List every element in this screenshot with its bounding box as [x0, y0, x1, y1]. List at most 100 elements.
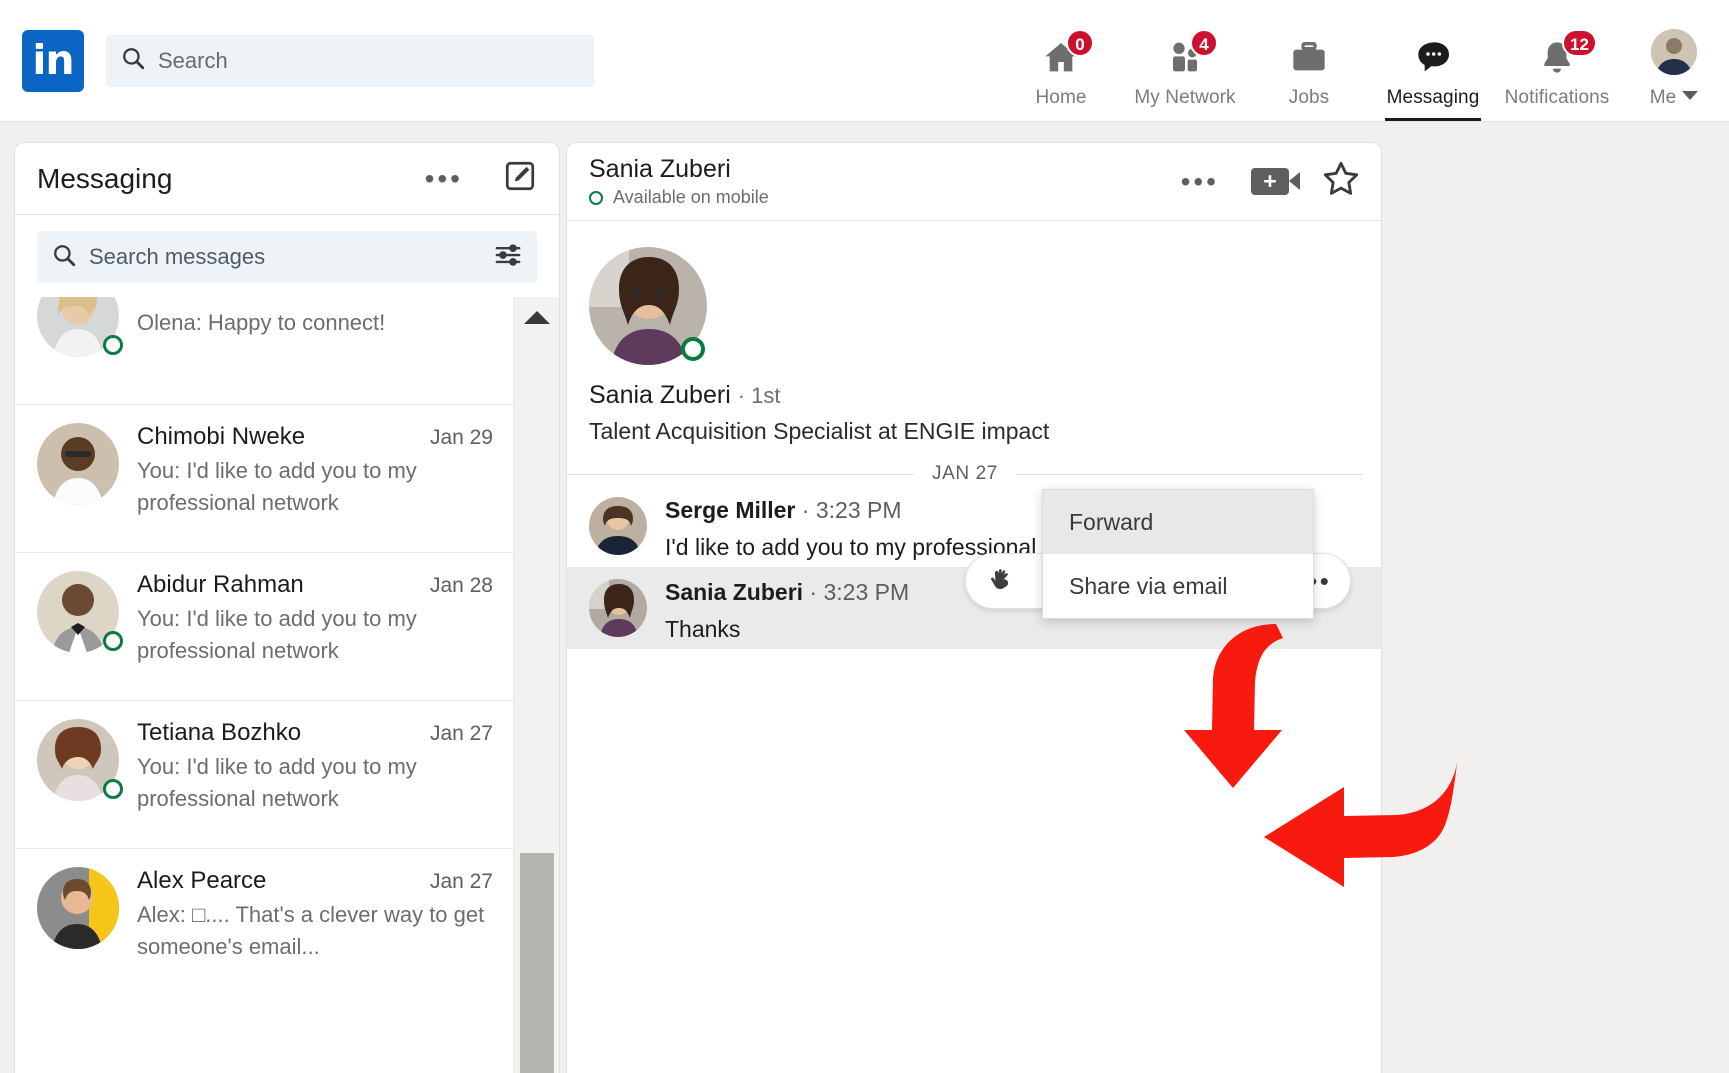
presence-indicator [681, 337, 705, 361]
home-icon: 0 [1040, 35, 1082, 81]
thread-header: Sania Zuberi Available on mobile ••• + [567, 143, 1381, 221]
divider-line-left [567, 474, 914, 475]
message-bubble-icon [1412, 35, 1454, 81]
nav-item-me[interactable]: Me [1619, 0, 1729, 121]
nav-item-jobs-label: Jobs [1289, 87, 1330, 109]
search-messages-input[interactable]: Search messages [37, 231, 537, 283]
nav-item-messaging[interactable]: Messaging [1371, 0, 1495, 121]
contact-profile-name: Sania Zuberi · 1st [589, 381, 1381, 410]
avatar [589, 497, 647, 555]
global-search-input[interactable]: Search [106, 35, 594, 87]
avatar [589, 579, 647, 637]
briefcase-icon [1288, 35, 1330, 81]
connection-degree: · 1st [738, 383, 781, 408]
conversation-thread-panel: Sania Zuberi Available on mobile ••• + [566, 142, 1382, 1073]
conversation-name: Abidur Rahman [137, 571, 304, 599]
message-time: 3:23 PM [824, 579, 910, 605]
presence-indicator [103, 335, 123, 355]
message-context-menu: Forward Share via email [1042, 489, 1314, 619]
list-item[interactable]: Abidur Rahman Jan 28 You: I'd like to ad… [15, 553, 513, 701]
contact-name-text: Sania Zuberi [589, 381, 731, 409]
menu-item-forward[interactable]: Forward [1043, 490, 1313, 554]
conversation-list-scrollbar[interactable] [513, 297, 559, 1073]
presence-indicator [103, 631, 123, 651]
date-divider-label: JAN 27 [932, 463, 998, 485]
star-outline-icon[interactable] [1321, 159, 1361, 204]
menu-item-share-via-email[interactable]: Share via email [1043, 554, 1313, 618]
sidebar-header: Messaging ••• [15, 143, 559, 215]
search-icon [120, 45, 146, 76]
nav-item-messaging-label: Messaging [1387, 87, 1480, 109]
nav-item-my-network-label: My Network [1134, 87, 1235, 109]
conversation-date: Jan 31 [418, 297, 493, 302]
linkedin-logo[interactable]: in [22, 30, 84, 92]
thread-body: Sania Zuberi · 1st Talent Acquisition Sp… [567, 221, 1381, 649]
search-messages-placeholder: Search messages [89, 244, 265, 270]
chevron-down-icon [1682, 91, 1698, 100]
nav-item-my-network[interactable]: 4 My Network [1123, 0, 1247, 121]
messaging-sidebar: Messaging ••• Search messages [14, 142, 560, 1073]
people-icon: 4 [1164, 35, 1206, 81]
video-add-icon[interactable]: + [1251, 168, 1289, 195]
message-sender: Serge Miller [665, 497, 795, 523]
conversation-date: Jan 27 [418, 870, 493, 894]
contact-headline: Talent Acquisition Specialist at ENGIE i… [589, 418, 1381, 445]
avatar [589, 247, 707, 365]
page-title: Messaging [37, 163, 172, 195]
conversation-name: Olena Khidirova [137, 297, 308, 303]
list-item[interactable]: Olena Khidirova Jan 31 Olena: Happy to c… [15, 297, 513, 405]
nav-item-jobs[interactable]: Jobs [1247, 0, 1371, 121]
scroll-up-arrow-icon[interactable] [524, 311, 550, 324]
conversation-name: Tetiana Bozhko [137, 719, 301, 747]
celebrate-hands-icon[interactable] [980, 559, 1024, 603]
scrollbar-thumb[interactable] [520, 853, 554, 1073]
message-time: 3:23 PM [816, 497, 902, 523]
presence-indicator [589, 191, 603, 205]
message-sender: Sania Zuberi [665, 579, 803, 605]
contact-profile-block: Sania Zuberi · 1st Talent Acquisition Sp… [567, 221, 1381, 445]
conversation-list-scroll: Olena Khidirova Jan 31 Olena: Happy to c… [15, 297, 559, 1073]
nav-item-notifications-label: Notifications [1505, 87, 1610, 109]
conversation-date: Jan 27 [418, 722, 493, 746]
avatar [37, 423, 119, 505]
conversation-snippet: Alex: □.... That's a clever way to get s… [137, 899, 493, 963]
nav-item-group: 0 Home 4 My Network Jobs [999, 0, 1729, 121]
filter-sliders-icon[interactable] [493, 240, 523, 275]
avatar [37, 571, 119, 653]
nav-item-home-label: Home [1035, 87, 1086, 109]
compose-pencil-icon[interactable] [503, 159, 537, 198]
date-divider: JAN 27 [567, 463, 1363, 485]
conversation-name: Alex Pearce [137, 867, 266, 895]
avatar [37, 719, 119, 801]
bell-icon: 12 [1536, 35, 1578, 81]
conversation-date: Jan 28 [418, 574, 493, 598]
thread-contact-name: Sania Zuberi [589, 155, 769, 184]
thread-status-text: Available on mobile [613, 187, 769, 208]
nav-item-notifications[interactable]: 12 Notifications [1495, 0, 1619, 121]
conversation-date: Jan 29 [418, 426, 493, 450]
conversation-snippet: Olena: Happy to connect! [137, 307, 493, 339]
nav-item-me-label: Me [1650, 87, 1677, 109]
home-badge: 0 [1066, 29, 1094, 57]
conversation-snippet: You: I'd like to add you to my professio… [137, 751, 493, 815]
more-options-icon[interactable]: ••• [425, 172, 463, 186]
search-icon [51, 242, 77, 273]
nav-item-home[interactable]: 0 Home [999, 0, 1123, 121]
list-item[interactable]: Alex Pearce Jan 27 Alex: □.... That's a … [15, 849, 513, 997]
divider-line-right [1016, 474, 1363, 475]
presence-indicator [103, 779, 123, 799]
conversation-name: Chimobi Nweke [137, 423, 305, 451]
list-item[interactable]: Chimobi Nweke Jan 29 You: I'd like to ad… [15, 405, 513, 553]
conversation-snippet: You: I'd like to add you to my professio… [137, 603, 493, 667]
top-navigation-bar: in Search 0 Home 4 My Network [0, 0, 1729, 122]
my-network-badge: 4 [1190, 29, 1218, 57]
avatar [37, 867, 119, 949]
conversation-list: Olena Khidirova Jan 31 Olena: Happy to c… [15, 297, 513, 997]
avatar [37, 297, 119, 357]
conversation-snippet: You: I'd like to add you to my professio… [137, 455, 493, 519]
message-text: Thanks [665, 616, 1359, 643]
main-content: Messaging ••• Search messages [0, 122, 1729, 1073]
notifications-badge: 12 [1562, 29, 1597, 57]
more-options-icon[interactable]: ••• [1181, 175, 1219, 189]
list-item[interactable]: Tetiana Bozhko Jan 27 You: I'd like to a… [15, 701, 513, 849]
